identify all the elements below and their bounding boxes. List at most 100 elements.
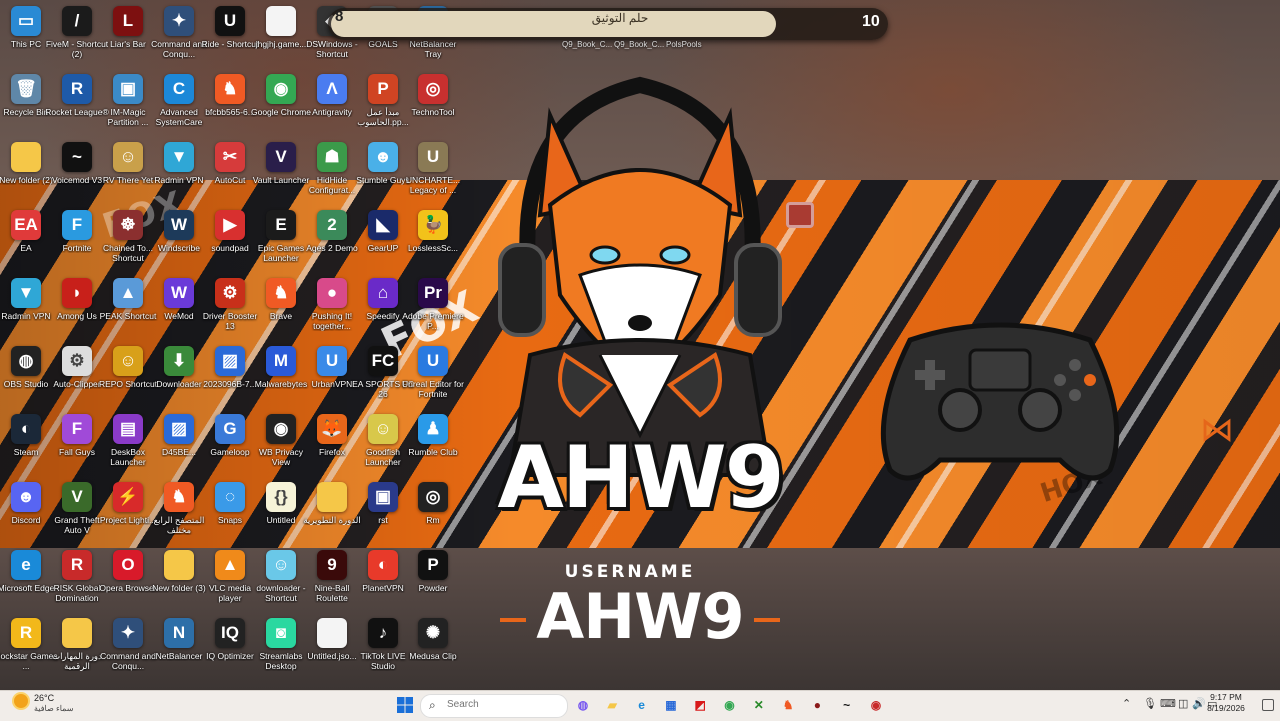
privacy-icon: ◉ (266, 414, 296, 444)
fortnite-icon: F (62, 210, 92, 240)
taskbar-search-input[interactable] (445, 698, 559, 711)
brave-icon: ♞ (215, 74, 245, 104)
antigravity-icon: Λ (317, 74, 347, 104)
unreal-editor-icon: U (418, 346, 448, 376)
edge-icon[interactable]: e (631, 695, 653, 715)
widget-sub-label: Q9_Book_C... (614, 40, 665, 49)
hidhide-icon: ☗ (317, 142, 347, 172)
wallpaper-username-value: AHW9 (500, 580, 780, 653)
desktop-icon-label: Rm (426, 515, 440, 525)
brave-icon[interactable]: ♞ (777, 695, 799, 715)
clock-date: 8/19/2026 (1207, 703, 1245, 713)
powerpoint-icon: P (368, 74, 398, 104)
autocut-icon: ✂ (215, 142, 245, 172)
progress-widget-left-value: 8 (335, 8, 344, 25)
chrome-icon[interactable]: ◉ (719, 695, 741, 715)
risk-icon: R (62, 550, 92, 580)
peak-icon: ▲ (113, 278, 143, 308)
chevron-up-icon[interactable]: ⌃ (1122, 697, 1131, 710)
windows-icon (397, 697, 413, 713)
file-explorer-icon[interactable]: ▰ (601, 695, 623, 715)
firefox-icon: 🦊 (317, 414, 347, 444)
amd-icon[interactable]: ◩ (689, 695, 711, 715)
edge-icon: e (11, 550, 41, 580)
technotool-icon: ◎ (418, 74, 448, 104)
desktop-icon-label: TechnoTool (411, 107, 455, 117)
computer-icon: ▭ (11, 6, 41, 36)
network-icon[interactable]: ◫ (1178, 697, 1188, 710)
ea-icon: EA (11, 210, 41, 240)
desktop-icon[interactable]: ◎ Rm (401, 478, 465, 544)
chained-icon: ☸ (113, 210, 143, 240)
vault-launcher-icon: V (266, 142, 296, 172)
app-icon[interactable]: ● (806, 695, 828, 715)
desktop-icon[interactable]: ◎ TechnoTool (401, 70, 465, 136)
lossless-icon: 🦆 (418, 210, 448, 240)
repo-icon: ☺ (113, 346, 143, 376)
store-icon[interactable]: ▦ (660, 695, 682, 715)
desktop-icon-label: Powder (418, 583, 448, 593)
copilot-icon[interactable]: ◍ (572, 695, 594, 715)
command-conquer-icon: ✦ (113, 618, 143, 648)
desktop-icon[interactable]: Pr Adobe Premiere P... (401, 274, 465, 340)
desktop-icon[interactable]: U UNCHARTE... Legacy of ... (401, 138, 465, 204)
discord-icon: ☻ (11, 482, 41, 512)
desktop-icon[interactable]: 🦆 LosslessSc... (401, 206, 465, 272)
widget-sub-label: Q9_Book_C... (562, 40, 613, 49)
desktop-icon[interactable]: P Powder (401, 546, 465, 612)
notification-icon[interactable] (1262, 699, 1274, 711)
fivem-icon: / (62, 6, 92, 36)
microphone-icon[interactable]: 🎙 (1143, 697, 1157, 710)
taskbar-clock[interactable]: 9:17 PM 8/19/2026 (1196, 692, 1256, 714)
wallpaper-brand-title: AHW9 (497, 428, 784, 528)
command-conquer-icon: ✦ (164, 6, 194, 36)
rst-icon: ▣ (368, 482, 398, 512)
radmin-vpn-icon: ▼ (164, 142, 194, 172)
weather-sun-icon (14, 694, 28, 708)
start-button[interactable] (394, 695, 416, 715)
voicemod-icon[interactable]: ~ (836, 695, 858, 715)
xbox-icon[interactable]: ✕ (748, 695, 770, 715)
search-icon: ⌕ (429, 698, 436, 712)
soundpad-icon: ▶ (215, 210, 245, 240)
file-icon (266, 6, 296, 36)
desktop-icon[interactable]: U Unreal Editor for Fortnite (401, 342, 465, 408)
progress-widget-title: حلم التوثيق (591, 11, 649, 25)
urbanvpn-icon: U (317, 346, 347, 376)
systemcare-icon: C (164, 74, 194, 104)
game-controller-illustration (880, 322, 1120, 481)
epic-games-icon: E (266, 210, 296, 240)
weather-description: سماء صافية (34, 704, 74, 713)
speedify-icon: ⌂ (368, 278, 398, 308)
json-file-icon (317, 618, 347, 648)
pushing-icon: ● (317, 278, 347, 308)
keyboard-icon[interactable]: ⌨ (1160, 697, 1176, 710)
windscribe-icon: W (164, 210, 194, 240)
obs-icon: ◍ (11, 346, 41, 376)
desktop-icon-label: Rumble Club (408, 447, 458, 457)
iq-optimizer-icon: IQ (215, 618, 245, 648)
widget-sub-label: PolsPools (666, 40, 702, 49)
app-alert-icon[interactable]: ◉ (865, 695, 887, 715)
weather-widget[interactable]: 26°C سماء صافية (12, 692, 82, 718)
image-file-icon: ▨ (164, 414, 194, 444)
taskbar-search[interactable]: ⌕ (420, 694, 568, 718)
rm-icon: ◎ (418, 482, 448, 512)
medusa-icon: ✺ (418, 618, 448, 648)
progress-widget-right-value: 10 (862, 13, 880, 30)
desktop-icon-label: Unreal Editor for Fortnite (402, 379, 464, 399)
ages-icon: 2 (317, 210, 347, 240)
desktop-icon[interactable]: ✺ Medusa Clip (401, 614, 465, 680)
desktop-icon[interactable]: ♟ Rumble Club (401, 410, 465, 476)
malwarebytes-icon: M (266, 346, 296, 376)
clock-time: 9:17 PM (1210, 692, 1242, 702)
weather-temperature: 26°C (34, 693, 55, 703)
fc26-icon: FC (368, 346, 398, 376)
folder-icon (11, 142, 41, 172)
folder-icon (164, 550, 194, 580)
rv-icon: ☺ (113, 142, 143, 172)
code-file-icon: {} (266, 482, 296, 512)
browser-icon: ♞ (164, 482, 194, 512)
vlc-icon: ▲ (215, 550, 245, 580)
gta5-icon: V (62, 482, 92, 512)
